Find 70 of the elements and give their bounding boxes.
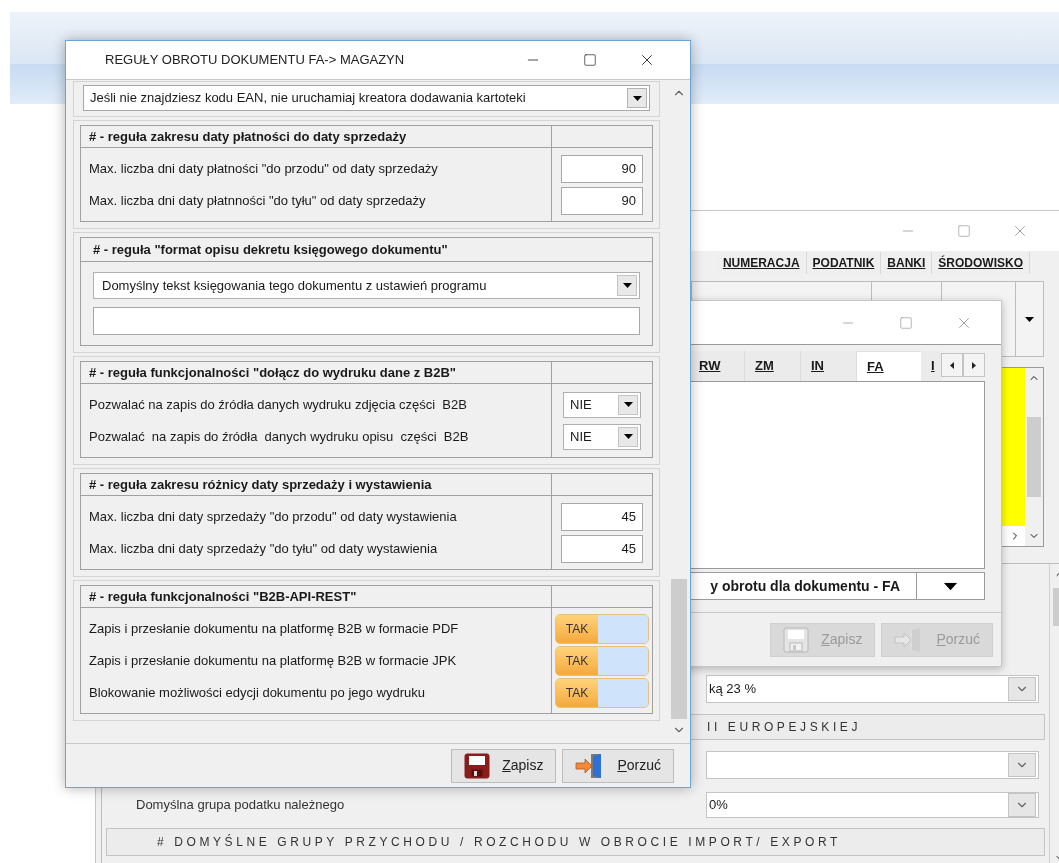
rule-label: Pozwalać na zapis do źródła danych wydruku zdjęcia części B2B (89, 395, 467, 414)
tab[interactable]: IN (801, 351, 857, 381)
rule-label: Pozwalać na zapis do źródła danych wydruku opisu części B2B (89, 427, 469, 446)
scrollbar-thumb[interactable] (670, 579, 687, 719)
select-field[interactable]: NIE (563, 391, 641, 418)
cancel-button[interactable]: Porzuć (562, 748, 674, 783)
rule-label: Zapis i przesłanie dokumentu na platformę B2B w formacie PDF (89, 619, 459, 638)
dropdown-button[interactable] (627, 88, 647, 108)
number-field[interactable]: 45 (561, 534, 643, 563)
text-field[interactable] (93, 307, 640, 335)
toggle-switch[interactable]: TAK (555, 613, 649, 644)
select-value: NIE (570, 427, 592, 446)
dropdown-button[interactable] (618, 394, 638, 415)
number-field[interactable]: 90 (561, 186, 643, 215)
scrollbar[interactable] (1025, 368, 1043, 546)
window-title: REGUŁY OBROTU DOKUMENTU FA-> MAGAZYN (104, 51, 406, 70)
tab[interactable]: ZM (745, 351, 801, 381)
section-heading: # - reguła funkcjonalności "dołącz do wydruku dane z B2B" (89, 363, 456, 382)
tab-scroll-right-button[interactable] (963, 353, 985, 377)
rule-label: Max. liczba dni daty sprzedaży "do tyłu" od daty wystawienia (89, 539, 438, 558)
dropdown-arrow-icon (1025, 316, 1034, 322)
select-value: NIE (570, 395, 592, 414)
select-field[interactable] (706, 751, 1039, 779)
maximize-icon[interactable] (957, 224, 971, 238)
rule-label: Blokowanie możliwości edycji dokumentu po jego wydruku (89, 683, 425, 702)
save-button[interactable]: Zapisz (451, 748, 557, 783)
dropdown-arrow-icon (623, 402, 633, 407)
number-field[interactable]: 90 (561, 154, 643, 183)
tab-scroll-left-button[interactable] (941, 353, 963, 377)
dropdown-arrow-icon (622, 283, 632, 288)
section-heading: # - reguła zakresu różnicy daty sprzedaży i wystawienia (89, 475, 432, 494)
field-label: Domyślna grupa podatku należnego (135, 796, 346, 815)
dropdown-value: Jeśli nie znajdziesz kodu EAN, nie uruchamiaj kreatora dodawania kartoteki (90, 89, 526, 108)
toggle-label: TAK (565, 684, 589, 702)
select-value: ką 23 % (709, 680, 756, 699)
section-heading: # DOMYŚLNE GRUPY PRZYCHODU / ROZCHODU W OBROCIE IMPORT/ EXPORT (157, 833, 841, 851)
dropdown-button[interactable] (617, 275, 637, 296)
dropdown-arrow-icon (632, 95, 642, 101)
rule-label: Zapis i przesłanie dokumentu na platformę B2B w formacie JPK (89, 651, 457, 670)
select-value: 0% (709, 796, 728, 815)
dropdown-value: Domyślny tekst księgowania tego dokumentu z ustawień programu (102, 276, 487, 295)
section-heading: # - reguła funkcjonalności "B2B-API-REST" (89, 587, 357, 606)
dropdown-button[interactable] (618, 426, 638, 447)
maximize-icon[interactable] (582, 53, 597, 67)
section-heading: # - reguła zakresu daty płatności do daty sprzedaży (89, 127, 407, 146)
maximize-icon[interactable] (899, 315, 913, 330)
rule-label: Max. liczba dni daty sprzedaży "do przodu" od daty wystawienia (89, 507, 457, 526)
toggle-switch[interactable]: TAK (555, 645, 649, 676)
tab[interactable]: FA (857, 351, 921, 381)
tab[interactable]: RW (689, 351, 745, 381)
toggle-switch[interactable]: TAK (555, 677, 649, 708)
select-field[interactable]: 0% (706, 792, 1039, 818)
tab[interactable]: I (921, 351, 941, 381)
dropdown-field[interactable]: Domyślny tekst księgowania tego dokumentu z ustawień programu (93, 272, 640, 299)
toggle-label: TAK (565, 652, 589, 670)
dropdown-arrow-icon (623, 434, 633, 439)
number-field[interactable]: 45 (561, 502, 643, 531)
left-arrow-icon (950, 361, 954, 369)
section-heading: II EUROPEJSKIEJ (707, 719, 863, 736)
scrollbar-thumb[interactable] (1027, 417, 1041, 497)
right-arrow-icon (972, 361, 976, 369)
dropdown-field[interactable]: Jeśli nie znajdziesz kodu EAN, nie uruchamiaj kreatora dodawania kartoteki (83, 85, 650, 111)
toggle-label: TAK (565, 620, 589, 638)
rule-label: Max. liczba dni daty płatnności "do tyłu" od daty sprzedaży (89, 191, 426, 210)
select-field[interactable]: ką 23 % (706, 675, 1039, 703)
section-heading: # - reguła "format opisu dekretu księgowego dokumentu" (93, 240, 448, 259)
dropdown-value: y obrotu dla dokumentu - FA (710, 576, 900, 596)
select-field[interactable]: NIE (563, 423, 641, 450)
dropdown-arrow-icon (943, 582, 958, 590)
rule-label: Max. liczba dni daty płatności "do przodu" od daty sprzedaży (89, 159, 438, 178)
